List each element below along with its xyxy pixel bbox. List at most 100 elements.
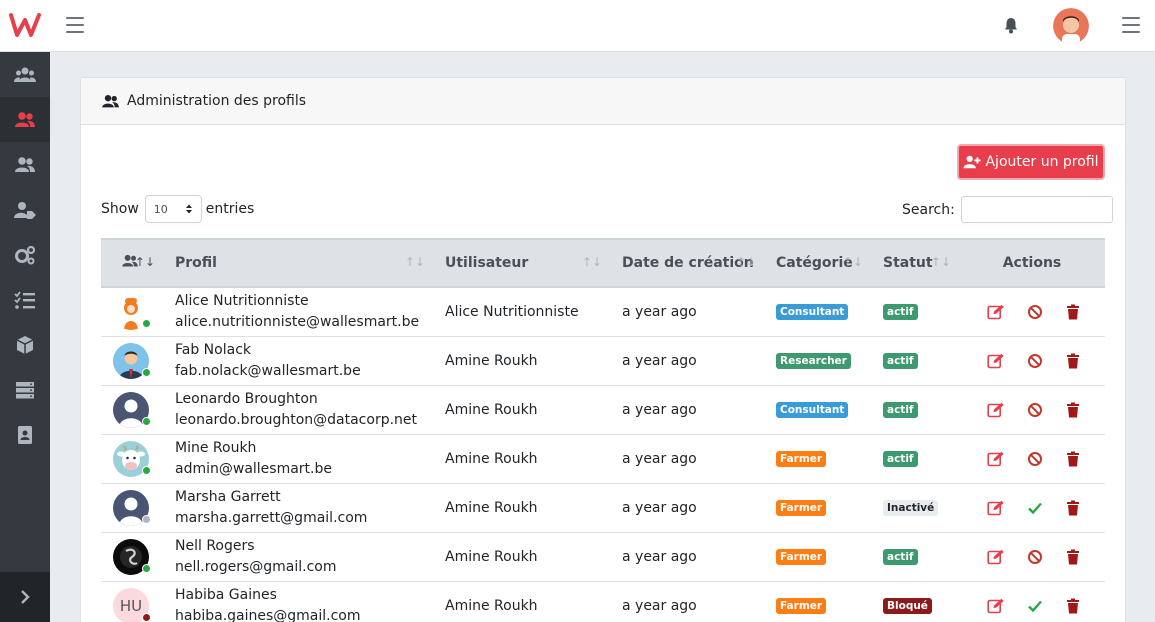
category-cell: Farmer xyxy=(764,434,871,483)
category-badge: Consultant xyxy=(776,304,849,321)
presence-indicator xyxy=(142,367,151,377)
profiles-card: Administration des profils Ajouter un pr… xyxy=(80,77,1126,622)
user-group-icon xyxy=(15,111,35,127)
search-label: Search: xyxy=(902,201,955,218)
sidebar-expand-button[interactable] xyxy=(0,572,50,622)
avatar[interactable]: HU xyxy=(113,587,151,622)
ban-icon[interactable] xyxy=(1027,353,1044,369)
trash-icon[interactable] xyxy=(1066,451,1083,467)
actions-cell xyxy=(959,287,1105,336)
header-profil[interactable]: Profil ↑↓ xyxy=(163,238,433,288)
page-title: Administration des profils xyxy=(127,93,307,109)
table-row: Nell Rogers nell.rogers@gmail.com Amine … xyxy=(101,532,1105,581)
user-tag-icon xyxy=(14,201,36,219)
trash-icon[interactable] xyxy=(1066,500,1083,516)
bell-icon[interactable] xyxy=(1003,17,1019,34)
sidebar-item-settings[interactable] xyxy=(0,232,50,277)
profile-cell: Fab Nolack fab.nolack@wallesmart.be xyxy=(163,336,433,385)
profile-cell: Habiba Gaines habiba.gaines@gmail.com xyxy=(163,581,433,622)
server-icon xyxy=(16,381,34,398)
sidebar-item-products[interactable] xyxy=(0,322,50,367)
trash-icon[interactable] xyxy=(1066,598,1083,614)
edit-icon[interactable] xyxy=(987,549,1005,565)
check-icon[interactable] xyxy=(1027,500,1044,516)
sidebar-item-user-tags[interactable] xyxy=(0,187,50,232)
edit-icon[interactable] xyxy=(987,353,1005,369)
user-cell: Amine Roukh xyxy=(445,499,538,516)
ban-icon[interactable] xyxy=(1027,304,1044,320)
header-utilisateur[interactable]: Utilisateur ↑↓ xyxy=(433,238,610,288)
date-cell: a year ago xyxy=(622,401,697,418)
add-profile-button[interactable]: Ajouter un profil xyxy=(957,144,1105,180)
avatar-cell xyxy=(101,434,163,483)
trash-icon[interactable] xyxy=(1066,402,1083,418)
ban-icon[interactable] xyxy=(1027,451,1044,467)
header-statut[interactable]: Statut ↑↓ xyxy=(871,238,959,288)
edit-icon[interactable] xyxy=(987,598,1005,614)
profile-name: Fab Nolack xyxy=(175,341,251,358)
table-row: Marsha Garrett marsha.garrett@gmail.com … xyxy=(101,483,1105,532)
menu-icon[interactable] xyxy=(1122,17,1140,33)
actions-cell xyxy=(959,532,1105,581)
sidebar-item-groups[interactable] xyxy=(0,142,50,187)
trash-icon[interactable] xyxy=(1066,353,1083,369)
status-cell: Bloqué xyxy=(871,581,959,622)
sidebar-item-users[interactable] xyxy=(0,52,50,97)
user-plus-icon xyxy=(963,155,982,169)
avatar[interactable] xyxy=(113,440,151,477)
status-cell: actif xyxy=(871,336,959,385)
avatar[interactable] xyxy=(113,342,151,379)
avatar[interactable] xyxy=(113,538,151,575)
cogs-icon xyxy=(15,245,36,264)
presence-indicator xyxy=(142,563,151,573)
header-categorie-label: Catégorie xyxy=(776,255,853,271)
card-header: Administration des profils xyxy=(81,78,1125,125)
table-row: Mine Roukh admin@wallesmart.be Amine Rou… xyxy=(101,434,1105,483)
edit-icon[interactable] xyxy=(987,402,1005,418)
profile-email: nell.rogers@gmail.com xyxy=(175,558,337,575)
sidebar-item-profiles[interactable] xyxy=(0,97,50,142)
check-icon[interactable] xyxy=(1027,598,1044,614)
category-badge: Consultant xyxy=(776,402,849,418)
profile-email: marsha.garrett@gmail.com xyxy=(175,509,368,526)
search-input[interactable] xyxy=(960,196,1113,223)
avatar[interactable] xyxy=(113,489,151,526)
sidebar-item-servers[interactable] xyxy=(0,367,50,412)
category-cell: Consultant xyxy=(764,385,871,434)
category-cell: Farmer xyxy=(764,581,871,622)
edit-icon[interactable] xyxy=(987,500,1005,516)
edit-icon[interactable] xyxy=(987,451,1005,467)
header-date[interactable]: Date de création ↑↓ xyxy=(610,238,764,288)
app-logo[interactable] xyxy=(9,12,41,38)
sidebar-item-tasks[interactable] xyxy=(0,277,50,322)
ban-icon[interactable] xyxy=(1027,402,1044,418)
add-profile-label: Ajouter un profil xyxy=(985,154,1099,170)
trash-icon[interactable] xyxy=(1066,304,1083,320)
ban-icon[interactable] xyxy=(1027,549,1044,565)
status-badge: Bloqué xyxy=(883,598,932,614)
status-badge: actif xyxy=(883,304,918,321)
header-statut-label: Statut xyxy=(883,255,933,271)
edit-icon[interactable] xyxy=(987,304,1005,320)
profile-email: leonardo.broughton@datacorp.net xyxy=(175,411,418,428)
date-cell: a year ago xyxy=(622,352,697,369)
status-cell: Inactivé xyxy=(871,483,959,532)
avatar[interactable] xyxy=(113,391,151,428)
actions-cell xyxy=(959,581,1105,622)
user-avatar[interactable] xyxy=(1053,8,1089,44)
header-avatar[interactable]: ↑↓ xyxy=(101,238,163,288)
address-book-icon xyxy=(18,425,32,444)
profile-email: admin@wallesmart.be xyxy=(175,460,332,477)
profile-cell: Leonardo Broughton leonardo.broughton@da… xyxy=(163,385,433,434)
trash-icon[interactable] xyxy=(1066,549,1083,565)
avatar[interactable] xyxy=(113,293,151,330)
category-cell: Farmer xyxy=(764,532,871,581)
sidebar-item-contacts[interactable] xyxy=(0,412,50,457)
top-bar xyxy=(0,0,1155,52)
entries-select[interactable]: 10 xyxy=(144,195,202,223)
category-badge: Researcher xyxy=(776,353,851,369)
entries-value: 10 xyxy=(153,202,168,216)
sidebar-toggle-icon[interactable] xyxy=(66,17,84,33)
header-categorie[interactable]: Catégorie ↑↓ xyxy=(764,238,871,288)
actions-cell xyxy=(959,483,1105,532)
